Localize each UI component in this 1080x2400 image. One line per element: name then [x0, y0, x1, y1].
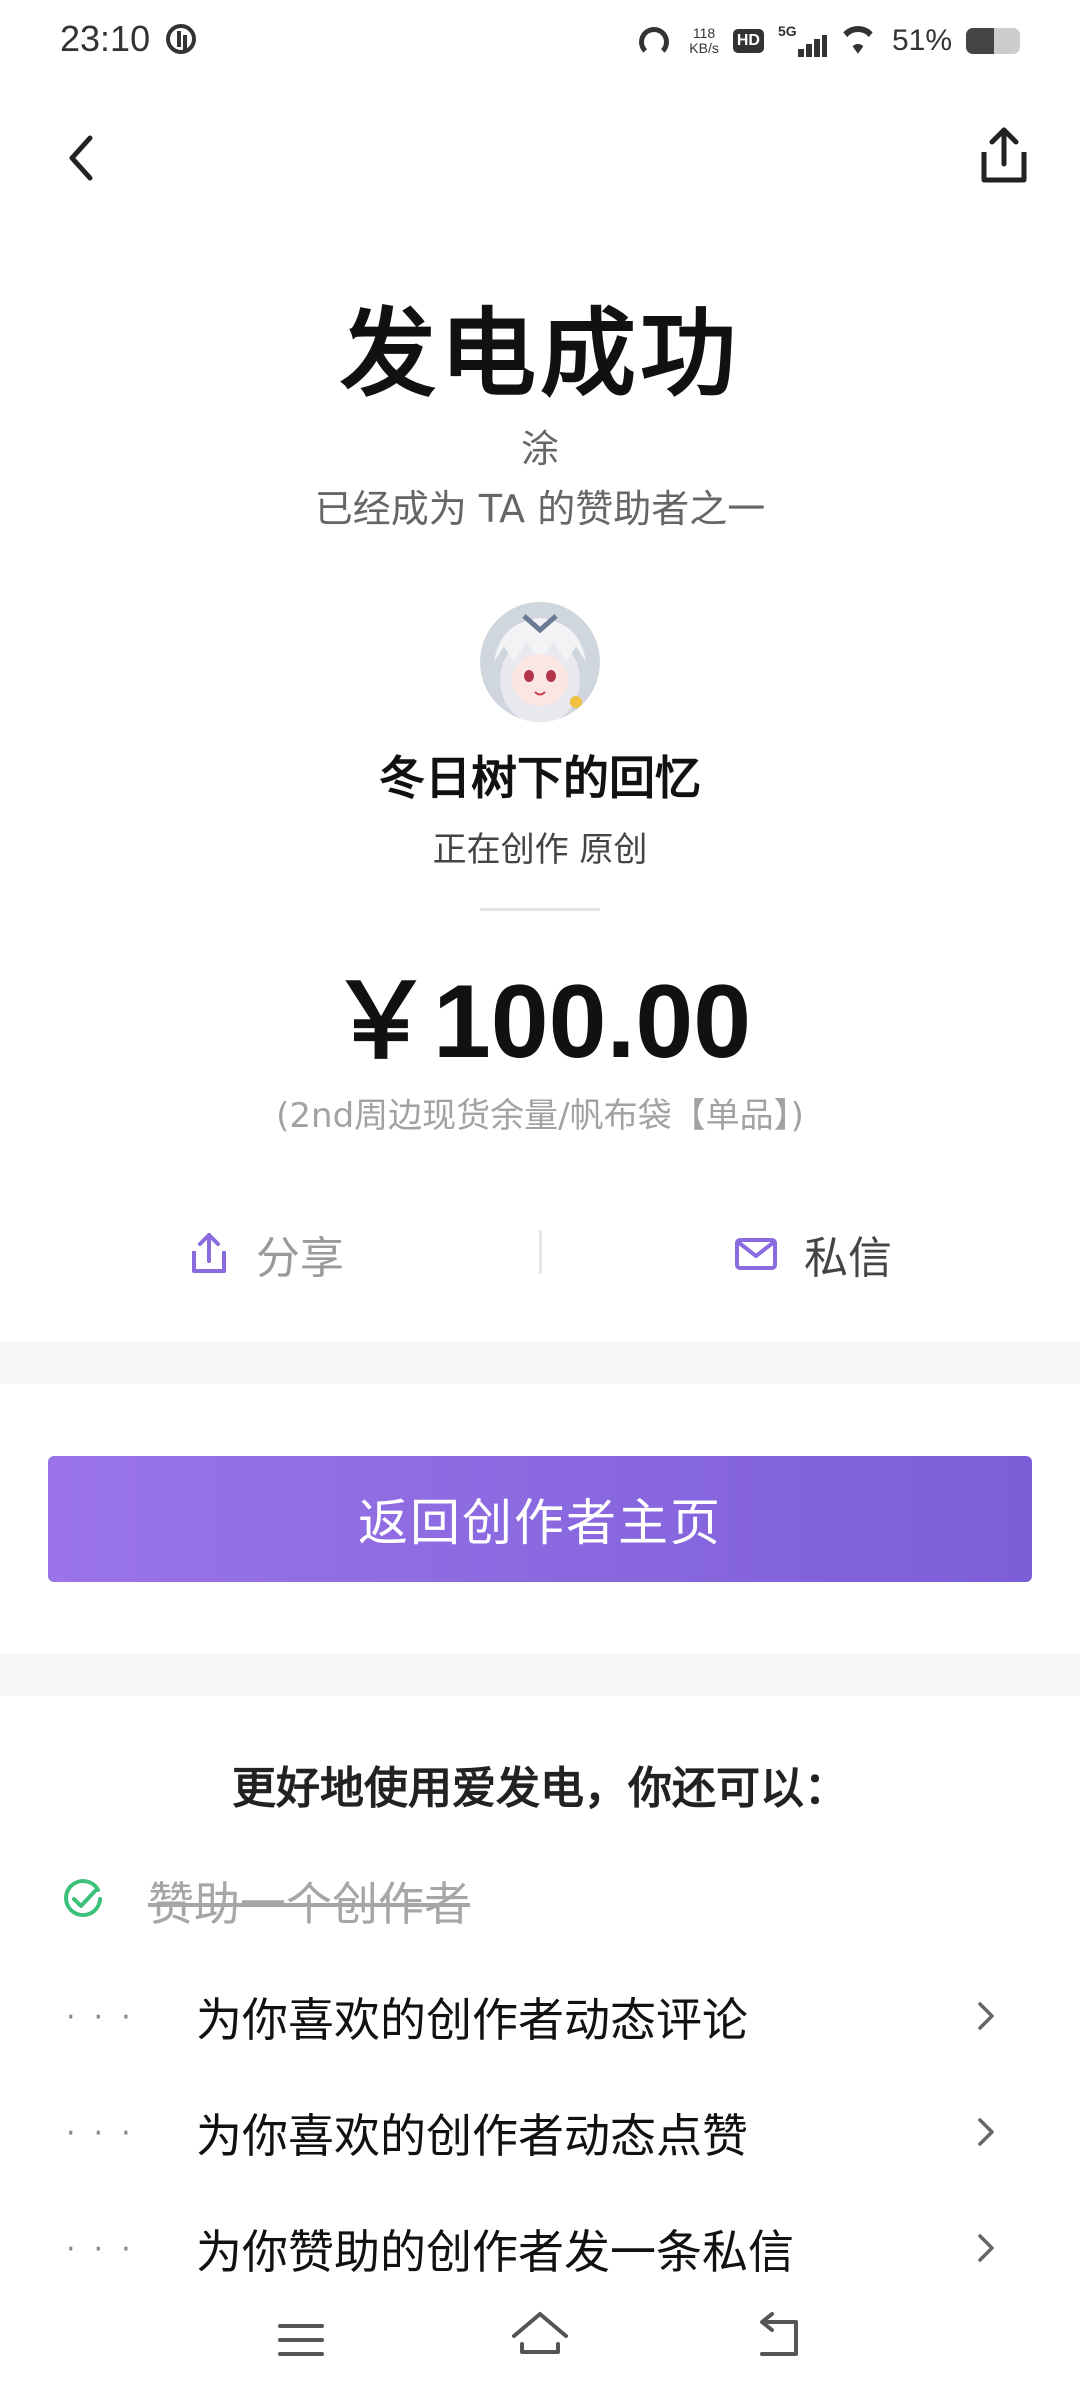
battery-icon	[966, 28, 1020, 54]
pending-dots: ···	[66, 2232, 149, 2267]
back-icon	[760, 2312, 798, 2356]
task-item-done: 赞助一个创作者	[0, 1854, 1080, 1944]
nav-menu-button[interactable]	[276, 2318, 326, 2362]
status-bar: 23:10 118 KB/s HD 5G 51%	[0, 0, 1080, 84]
back-to-creator-button[interactable]: 返回创作者主页	[48, 1456, 1032, 1582]
pending-dots: ···	[66, 2000, 149, 2035]
net-speed-unit: KB/s	[689, 40, 719, 56]
task-item-like[interactable]: ··· 为你喜欢的创作者动态点赞	[0, 2086, 1080, 2176]
home-icon	[512, 2312, 568, 2354]
supporter-status: 已经成为 TA 的赞助者之一	[314, 487, 766, 531]
section-gap	[0, 1342, 1080, 1384]
chevron-right-icon	[978, 2234, 994, 2262]
creator-description: 正在创作 原创	[432, 830, 648, 870]
back-button[interactable]	[60, 128, 104, 188]
divider	[480, 908, 600, 911]
chevron-left-icon	[69, 135, 93, 181]
task-item-comment[interactable]: ··· 为你喜欢的创作者动态评论	[0, 1970, 1080, 2060]
hd-icon: HD	[732, 29, 764, 53]
dnd-icon	[166, 24, 196, 54]
item-note: (2nd周边现货余量/帆布袋【单品】)	[276, 1096, 804, 1136]
status-time: 23:10	[60, 18, 151, 59]
supporter-name: 涂	[520, 427, 559, 471]
action-divider	[539, 1230, 542, 1274]
net-speed: 118 KB/s	[689, 26, 719, 56]
message-action-button[interactable]: 私信	[734, 1214, 892, 1294]
net-speed-value: 118	[692, 25, 716, 41]
share-label: 分享	[256, 1233, 344, 1284]
speedometer-icon	[639, 23, 675, 59]
creator-avatar[interactable]	[480, 602, 600, 722]
share-icon	[981, 127, 1027, 183]
network-type: 5G	[777, 23, 797, 39]
page-title: 发电成功	[340, 298, 740, 410]
nav-back-button[interactable]	[752, 2310, 808, 2366]
mail-icon	[735, 1238, 777, 1270]
task-item-message[interactable]: ··· 为你赞助的创作者发一条私信	[0, 2202, 1080, 2292]
signal-icon: 5G	[777, 23, 827, 59]
menu-icon	[278, 2324, 324, 2356]
pending-dots: ···	[66, 2116, 149, 2151]
share-action-button[interactable]: 分享	[188, 1214, 344, 1294]
battery-fill	[966, 28, 994, 54]
message-label: 私信	[804, 1233, 892, 1284]
chevron-right-icon	[978, 2002, 994, 2030]
avatar-image	[480, 602, 600, 722]
creator-name: 冬日树下的回忆	[379, 751, 701, 805]
chevron-right-icon	[978, 2118, 994, 2146]
task-label: 为你喜欢的创作者动态评论	[196, 1993, 748, 2047]
tips-title: 更好地使用爱发电，你还可以：	[232, 1763, 848, 1814]
wifi-icon	[838, 24, 878, 58]
task-label: 为你赞助的创作者发一条私信	[196, 2225, 794, 2279]
battery-percent: 51%	[891, 24, 952, 57]
share-icon	[192, 1233, 226, 1273]
nav-home-button[interactable]	[508, 2306, 572, 2368]
sponsor-amount: ￥100.00	[328, 964, 752, 1080]
task-label: 为你喜欢的创作者动态点赞	[196, 2109, 748, 2163]
section-gap	[0, 1654, 1080, 1696]
check-circle-icon	[64, 1879, 102, 1918]
status-icons: 118 KB/s HD 5G 51%	[639, 16, 1020, 66]
share-button-top[interactable]	[974, 122, 1034, 188]
task-label: 赞助一个创作者	[148, 1877, 470, 1931]
